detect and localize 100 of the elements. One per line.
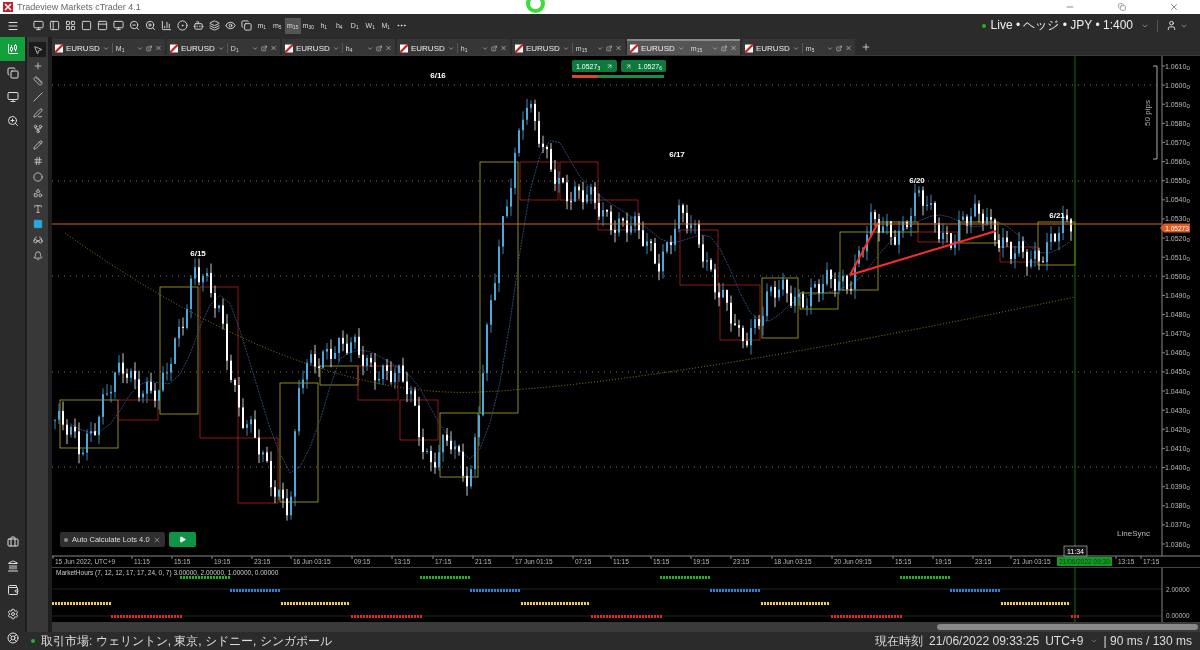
close-icon[interactable] bbox=[269, 44, 278, 52]
caret-icon[interactable] bbox=[447, 44, 454, 52]
account-label[interactable]: Live • ヘッジ • JPY • 1:400 bbox=[990, 17, 1133, 34]
scroll-thumb[interactable] bbox=[937, 624, 1198, 630]
grid-icon bbox=[32, 155, 43, 166]
caret-icon[interactable] bbox=[481, 44, 488, 52]
tool-button[interactable] bbox=[29, 42, 46, 58]
settings-icon bbox=[6, 608, 19, 620]
popout-icon[interactable] bbox=[260, 44, 267, 52]
markets-status: 取引市場: ウェリントン, 東京, シドニー, シンガポール bbox=[41, 632, 332, 650]
popout-icon[interactable] bbox=[145, 44, 152, 52]
close-icon[interactable] bbox=[614, 44, 623, 52]
panel-icon bbox=[48, 20, 60, 31]
flag-icon bbox=[400, 43, 408, 53]
search-icon bbox=[6, 115, 19, 127]
line-icon bbox=[32, 92, 43, 103]
flag-icon bbox=[170, 43, 178, 53]
caret-icon[interactable] bbox=[711, 44, 718, 52]
user-icon[interactable] bbox=[1166, 20, 1177, 31]
copy-icon bbox=[6, 67, 19, 79]
close-icon[interactable] bbox=[384, 44, 393, 52]
caret-icon[interactable] bbox=[596, 44, 603, 52]
arrow-icon bbox=[606, 62, 613, 70]
caret-icon[interactable] bbox=[102, 44, 109, 52]
status-dot-icon bbox=[981, 23, 986, 28]
popout-icon[interactable] bbox=[490, 44, 497, 52]
play-button[interactable] bbox=[168, 532, 196, 547]
tab-symbol: EURUSD bbox=[295, 43, 330, 53]
timezone-label[interactable]: UTC+9 bbox=[1045, 634, 1084, 648]
latency-label: | 90 ms / 130 ms bbox=[1103, 634, 1192, 648]
pointer-icon bbox=[32, 44, 43, 55]
rows-icon bbox=[96, 20, 108, 31]
ruler-icon bbox=[32, 76, 43, 87]
flag-icon bbox=[55, 43, 63, 53]
lifebuoy-icon bbox=[6, 632, 19, 644]
window-title: Tradeview Markets cTrader 4.1 bbox=[17, 2, 141, 12]
square-icon bbox=[80, 20, 92, 31]
text-icon bbox=[32, 203, 43, 214]
flag-icon bbox=[515, 43, 523, 53]
date-label: 6/20 bbox=[909, 176, 925, 185]
status-dot-icon bbox=[31, 639, 35, 643]
flag-icon bbox=[285, 43, 293, 53]
zoom-out-icon bbox=[128, 20, 140, 31]
wallet-icon bbox=[6, 584, 19, 596]
grid-icon bbox=[64, 20, 76, 31]
caret-icon[interactable] bbox=[251, 44, 258, 52]
date-label: 6/21 bbox=[1049, 211, 1065, 220]
pencil-icon bbox=[32, 140, 43, 151]
caret-icon[interactable] bbox=[1089, 637, 1098, 645]
restore-icon bbox=[1118, 3, 1126, 11]
layers-icon bbox=[208, 20, 220, 31]
crosshair-icon bbox=[32, 60, 43, 71]
close-icon[interactable] bbox=[844, 44, 853, 52]
color-square-icon bbox=[32, 219, 43, 230]
caret-icon[interactable] bbox=[217, 44, 224, 52]
caret-icon[interactable] bbox=[366, 44, 373, 52]
plus-icon bbox=[861, 42, 871, 52]
caret-icon[interactable] bbox=[792, 44, 799, 52]
dot-icon bbox=[64, 537, 68, 542]
eye-icon bbox=[224, 20, 236, 31]
close-icon[interactable] bbox=[152, 535, 161, 544]
caret-icon[interactable] bbox=[826, 44, 833, 52]
copy-icon bbox=[240, 20, 252, 31]
caret-icon[interactable] bbox=[562, 44, 569, 52]
briefcase-icon bbox=[6, 536, 19, 548]
popout-icon[interactable] bbox=[835, 44, 842, 52]
tab-symbol: EURUSD bbox=[65, 43, 100, 53]
tab-symbol: EURUSD bbox=[755, 43, 790, 53]
play-icon bbox=[178, 536, 186, 543]
date-label: 6/16 bbox=[430, 71, 446, 80]
caret-icon[interactable] bbox=[136, 44, 143, 52]
flag-icon bbox=[630, 43, 638, 53]
tab-symbol: EURUSD bbox=[525, 43, 560, 53]
date-label: 6/15 bbox=[190, 249, 206, 258]
close-icon[interactable] bbox=[499, 44, 508, 52]
zoom-in-icon bbox=[144, 20, 156, 31]
popout-icon[interactable] bbox=[720, 44, 727, 52]
shapes-icon bbox=[32, 187, 43, 198]
caret-icon[interactable] bbox=[332, 44, 339, 52]
robot-icon bbox=[192, 20, 204, 31]
popout-icon[interactable] bbox=[375, 44, 382, 52]
popout-icon[interactable] bbox=[605, 44, 612, 52]
flag-icon bbox=[745, 43, 753, 53]
menu-icon bbox=[6, 19, 19, 32]
range-bracket-icon bbox=[1152, 65, 1158, 160]
fork-icon bbox=[32, 124, 43, 135]
ellipse-icon bbox=[32, 171, 43, 182]
monitor-icon bbox=[112, 20, 124, 31]
date-label: 6/17 bbox=[669, 150, 685, 159]
close-icon[interactable] bbox=[729, 44, 738, 52]
range-label: 50 pips bbox=[1143, 100, 1152, 126]
candlestick-icon bbox=[6, 43, 19, 55]
time-label: 現在時刻 bbox=[875, 632, 924, 650]
close-icon bbox=[1169, 2, 1179, 12]
tab-symbol: EURUSD bbox=[180, 43, 215, 53]
close-icon[interactable] bbox=[154, 44, 163, 52]
bank-icon bbox=[6, 560, 19, 572]
tab-symbol: EURUSD bbox=[640, 43, 675, 53]
caret-icon[interactable] bbox=[677, 44, 684, 52]
monitor-icon bbox=[6, 91, 19, 103]
